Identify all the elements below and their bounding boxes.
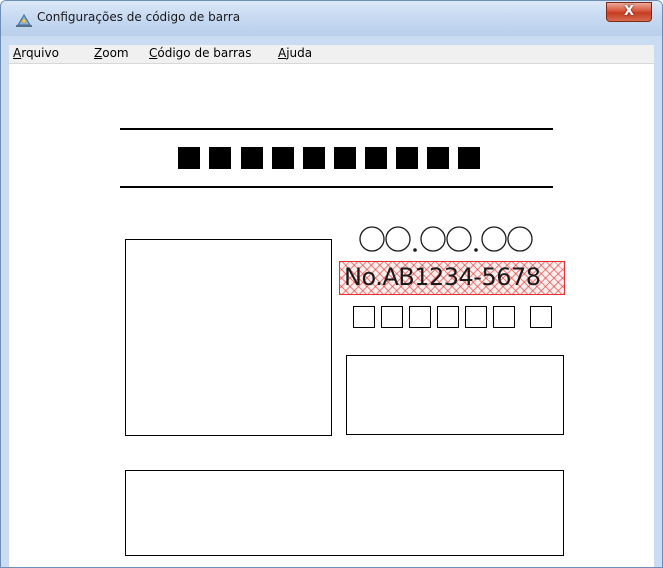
- barcode-block: [178, 147, 200, 169]
- barcode-block: [334, 147, 356, 169]
- close-icon: X: [623, 4, 635, 19]
- barcode-block: [427, 147, 449, 169]
- barcode-app-icon: [16, 14, 32, 27]
- digit-circle: [385, 226, 411, 252]
- close-button[interactable]: X: [606, 2, 652, 22]
- barcode-bottom-rule: [120, 186, 553, 188]
- barcode-block: [241, 147, 263, 169]
- digit-square: [493, 306, 515, 328]
- digit-circles: [359, 226, 533, 252]
- menu-arquivo[interactable]: Arquivo: [13, 46, 59, 60]
- menu-ajuda[interactable]: Ajuda: [278, 46, 312, 60]
- text-field-box[interactable]: [346, 355, 564, 435]
- number-field-selected[interactable]: No.AB1234-5678: [339, 261, 565, 295]
- app-window: Configurações de código de barra X Arqui…: [0, 0, 663, 568]
- barcode-block: [396, 147, 418, 169]
- digit-circle: [420, 226, 446, 252]
- number-field-text: No.AB1234-5678: [344, 263, 541, 291]
- menu-zoom[interactable]: Zoom: [94, 46, 129, 60]
- dot-separator: [413, 248, 417, 252]
- digit-circle: [507, 226, 533, 252]
- digit-square: [465, 306, 487, 328]
- barcode-block: [303, 147, 325, 169]
- digit-square: [353, 306, 375, 328]
- digit-square: [437, 306, 459, 328]
- window-title: Configurações de código de barra: [37, 10, 241, 24]
- digit-circle: [481, 226, 507, 252]
- digit-square: [409, 306, 431, 328]
- address-field-box[interactable]: [125, 470, 564, 556]
- dot-separator: [474, 248, 478, 252]
- digit-square: [381, 306, 403, 328]
- digit-circle: [446, 226, 472, 252]
- menu-codigo-de-barras[interactable]: Código de barras: [149, 46, 252, 60]
- title-bar[interactable]: Configurações de código de barra X: [1, 1, 662, 36]
- menu-bar: Arquivo Zoom Código de barras Ajuda: [9, 45, 654, 64]
- barcode-top-rule: [120, 128, 553, 130]
- image-placeholder-box[interactable]: [125, 239, 332, 436]
- barcode-block: [458, 147, 480, 169]
- barcode-block: [272, 147, 294, 169]
- barcode-block: [209, 147, 231, 169]
- digit-square: [530, 306, 552, 328]
- digit-circle: [359, 226, 385, 252]
- barcode-block: [365, 147, 387, 169]
